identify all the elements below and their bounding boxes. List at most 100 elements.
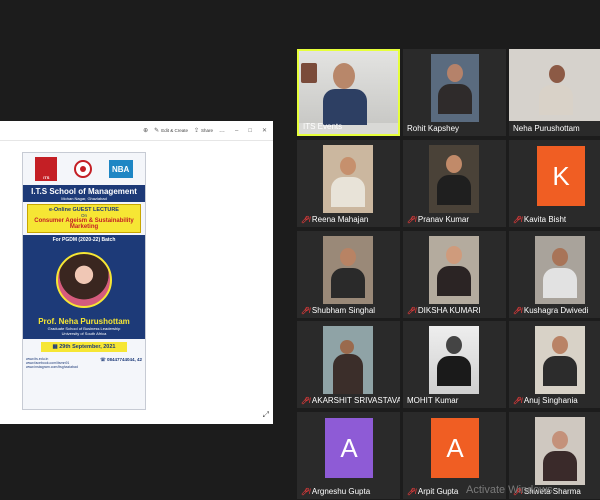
participant-video [509, 49, 600, 121]
participant-video [323, 145, 373, 213]
participant-name: 🎤︎̸ Pranav Kumar [407, 215, 469, 224]
participant-name-text: AKARSHIT SRIVASTAVA [311, 396, 400, 405]
speaker-affiliation-2: University of South Africa [61, 331, 107, 336]
mute-icon: 🎤︎̸ [513, 397, 522, 405]
participant-name: 🎤︎̸ DIKSHA KUMARI [407, 306, 481, 315]
expand-icon[interactable]: ⤢ [263, 410, 269, 420]
participant-avatar: K [537, 146, 585, 206]
share-icon: ⇪ [193, 128, 199, 134]
participant-name-text: Kushagra Dwivedi [523, 306, 589, 315]
speaker-block: Prof. Neha Purushottam Graduate School o… [23, 315, 145, 339]
activate-windows-watermark: Activate Windows [466, 484, 553, 496]
participant-tile[interactable]: 🎤︎̸ AKARSHIT SRIVASTAVA [297, 321, 400, 408]
minimize-icon[interactable]: – [235, 128, 238, 134]
participant-name-text: Anuj Singhania [523, 396, 578, 405]
participant-name: 🎤︎̸ Argneshu Gupta [301, 487, 370, 496]
participant-tile[interactable]: Rohit Kapshey [403, 49, 506, 136]
participant-name-text: Argneshu Gupta [311, 487, 371, 496]
edit-icon: ✎ [154, 128, 160, 134]
batch-label: For PGDM (2020-22) Batch [23, 235, 145, 245]
lecture-date: ▦ 29th September, 2021 [41, 342, 127, 352]
participant-name-text: Pranav Kumar [417, 215, 470, 224]
mute-icon: 🎤︎̸ [407, 488, 416, 496]
participant-name: ITS Events [303, 122, 342, 131]
participant-name: 🎤︎̸ Reena Mahajan [301, 215, 368, 224]
mute-icon: 🎤︎̸ [301, 307, 310, 315]
maximize-icon[interactable]: □ [248, 128, 252, 134]
participant-video [429, 236, 479, 304]
participant-video [535, 236, 585, 304]
participant-video [535, 417, 585, 485]
mute-icon: 🎤︎̸ [513, 307, 522, 315]
participant-tile[interactable]: Neha Purushottam [509, 49, 600, 136]
participant-name: Neha Purushottam [513, 124, 580, 133]
participant-name-text: Neha Purushottam [513, 124, 580, 133]
participant-tile[interactable]: ITS Events [297, 49, 400, 136]
participant-tile[interactable]: K 🎤︎̸ Kavita Bisht [509, 140, 600, 227]
its-logo: ITS [35, 157, 58, 181]
participant-tile[interactable]: 🎤︎̸ Kushagra Dwivedi [509, 231, 600, 318]
school-name: I.T.S School of Management [31, 187, 137, 196]
share-button[interactable]: ⇪ Share [194, 127, 213, 134]
participant-name-text: Kavita Bisht [523, 215, 567, 224]
contact-phone: ☏ 08447744044, 42 [100, 357, 142, 369]
participant-name: 🎤︎̸ Shubham Singhal [301, 306, 375, 315]
zoom-in-button[interactable]: ⊕ [143, 127, 148, 134]
participant-video [429, 326, 479, 394]
participant-video [431, 54, 479, 122]
contact-links: www.its.edu.in www.facebook.com/itsmn91 … [26, 357, 78, 369]
participant-name: MOHIT Kumar [407, 396, 458, 405]
participant-name: 🎤︎̸ Kavita Bisht [513, 215, 566, 224]
participant-name-text: MOHIT Kumar [407, 396, 459, 405]
participant-name: 🎤︎̸ Anuj Singhania [513, 396, 578, 405]
edit-create-button[interactable]: ✎ Edit & Create [154, 127, 188, 134]
speaker-photo-area [23, 245, 145, 315]
participant-name-text: Reena Mahajan [311, 215, 369, 224]
more-icon: … [219, 127, 225, 134]
participant-tile[interactable]: 🎤︎̸ Shubham Singhal [297, 231, 400, 318]
participant-tile[interactable]: 🎤︎̸ Anuj Singhania [509, 321, 600, 408]
participant-tile[interactable]: MOHIT Kumar [403, 321, 506, 408]
contact-phone-text: 08447744044, 42 [106, 357, 142, 362]
participant-name: Rohit Kapshey [407, 124, 459, 133]
lecture-date-text: 29th September, 2021 [59, 344, 116, 350]
mute-icon: 🎤︎̸ [407, 216, 416, 224]
close-icon[interactable]: ✕ [262, 127, 267, 134]
speaker-name: Prof. Neha Purushottam [38, 317, 130, 326]
nba-logo: NBA [108, 160, 133, 178]
poster-school-header: I.T.S School of Management Mohan Nagar, … [23, 185, 145, 202]
mute-icon: 🎤︎̸ [301, 397, 310, 405]
more-button[interactable]: … [219, 128, 225, 134]
participant-avatar: A [325, 418, 373, 478]
lecture-box: e-Online GUEST LECTURE On Consumer Ageis… [27, 204, 141, 233]
phone-icon: ☏ [100, 357, 107, 362]
mute-icon: 🎤︎̸ [407, 307, 416, 315]
participant-name: 🎤︎̸ Arpit Gupta [407, 487, 458, 496]
mute-icon: 🎤︎̸ [301, 216, 310, 224]
mute-icon: 🎤︎̸ [301, 488, 310, 496]
participant-video [323, 326, 373, 394]
mute-icon: 🎤︎̸ [513, 216, 522, 224]
its-logo-text: ITS [43, 175, 50, 180]
participant-tile[interactable]: 🎤︎̸ DIKSHA KUMARI [403, 231, 506, 318]
school-location: Mohan Nagar, Ghaziabad [61, 196, 107, 201]
participant-avatar: A [431, 418, 479, 478]
participant-tile[interactable]: 🎤︎̸ Pranav Kumar [403, 140, 506, 227]
participant-name-text: Rohit Kapshey [407, 124, 460, 133]
lecture-poster: ITS NBA I.T.S School of Management Mohan… [22, 152, 146, 410]
participant-video [323, 236, 373, 304]
lecture-topic: Consumer Ageism & Sustainability Marketi… [34, 218, 134, 230]
participant-tile[interactable]: A 🎤︎̸ Argneshu Gupta [297, 412, 400, 499]
participant-name: 🎤︎̸ Kushagra Dwivedi [513, 306, 588, 315]
participant-tile[interactable]: 🎤︎̸ Reena Mahajan [297, 140, 400, 227]
participant-video [429, 145, 479, 213]
emblem-logo [73, 160, 92, 178]
participant-video [535, 326, 585, 394]
share-label: Share [200, 128, 213, 133]
participant-name-text: ITS Events [303, 122, 343, 131]
participant-name: 🎤︎̸ AKARSHIT SRIVASTAVA [301, 396, 400, 405]
edit-create-label: Edit & Create [161, 128, 188, 133]
poster-contact: www.its.edu.in www.facebook.com/itsmn91 … [23, 355, 145, 371]
speaker-photo [56, 252, 112, 308]
participant-name-text: Arpit Gupta [417, 487, 459, 496]
